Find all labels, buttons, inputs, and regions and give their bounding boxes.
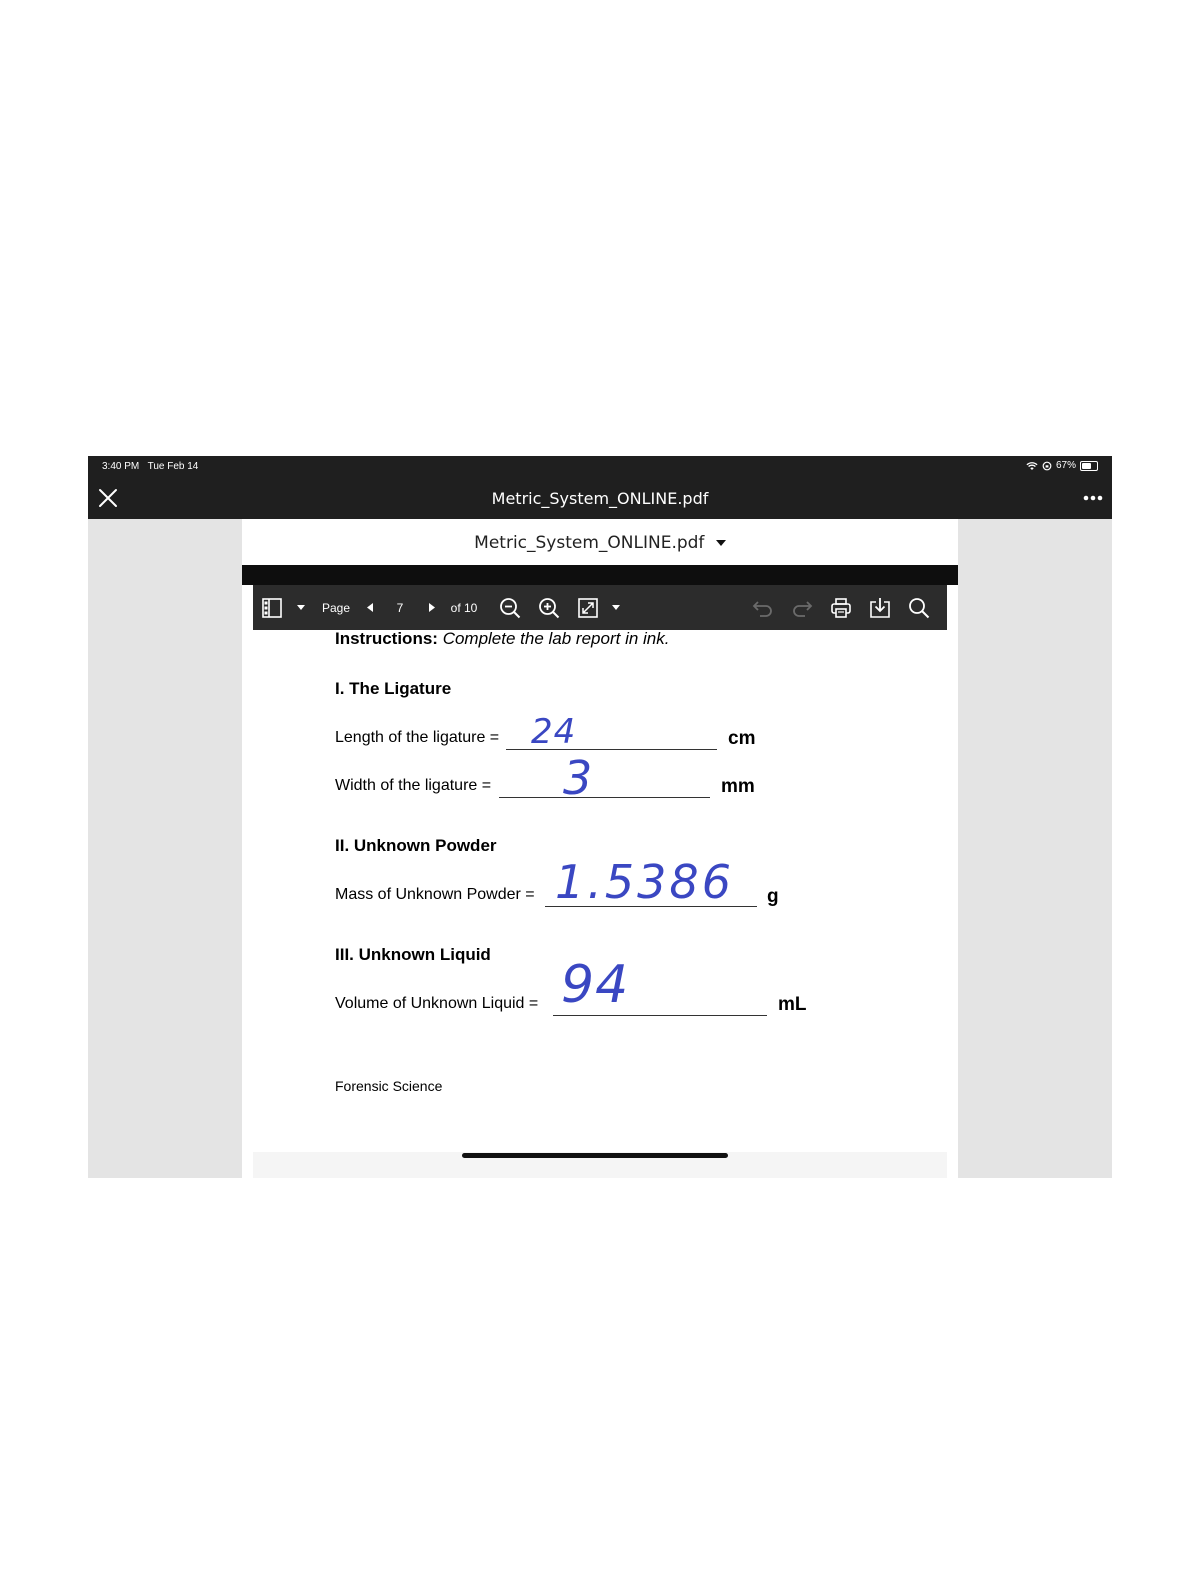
more-options-button[interactable] [1082,488,1104,508]
pdf-page: Page 7 of 10 Instructions: Complete the … [253,585,947,1178]
download-button[interactable] [867,585,893,630]
file-name-bar: Metric_System_ONLINE.pdf [242,519,958,565]
redo-icon [793,600,813,617]
search-icon [909,597,930,618]
width-unit: mm [721,776,755,797]
orientation-lock-icon [1042,461,1052,470]
print-button[interactable] [828,585,854,630]
zoom-in-button[interactable] [536,585,562,630]
sidebar-menu-button[interactable] [293,585,309,630]
volume-handwritten-value: 94 [561,955,630,1015]
undo-icon [752,600,772,617]
zoom-out-icon [500,597,521,618]
fit-options-button[interactable] [608,585,624,630]
page-number-input[interactable]: 7 [388,585,412,630]
next-page-button[interactable] [423,585,441,630]
section-heading-ligature: I. The Ligature [335,679,452,698]
app-title: Metric_System_ONLINE.pdf [491,489,709,508]
mass-handwritten-value: 1.5386 [555,855,734,909]
pdf-viewer: Metric_System_ONLINE.pdf Page 7 of 10 In… [242,519,958,1178]
battery-level-fill [1082,462,1092,469]
viewer-header-strip [242,565,958,585]
width-answer-line[interactable] [499,797,710,798]
page-label: Page [321,600,351,615]
undo-button[interactable] [750,585,776,630]
sidebar-icon [262,597,282,618]
pdf-toolbar: Page 7 of 10 [253,585,947,630]
length-unit: cm [728,728,756,749]
page-count: of 10 [450,600,478,615]
sidebar-toggle-button[interactable] [259,585,285,630]
more-icon [1083,495,1103,501]
battery-percent: 67% [1055,460,1076,471]
fit-page-icon [578,597,598,618]
file-name: Metric_System_ONLINE.pdf [474,533,705,553]
instructions-label: Instructions: [335,629,438,648]
volume-label: Volume of Unknown Liquid = [335,995,539,1012]
caret-down-icon [297,605,305,610]
caret-down-icon [612,605,620,610]
volume-unit: mL [778,994,807,1015]
status-date: Tue Feb 14 [147,461,199,472]
document-footer: Forensic Science [335,1078,443,1094]
ipad-screen: 3:40 PM Tue Feb 14 67% Metric_System_ONL… [88,456,1112,1178]
mass-unit: g [767,886,779,907]
zoom-out-button[interactable] [497,585,523,630]
battery-icon [1080,460,1098,471]
length-label: Length of the ligature = [335,729,500,746]
zoom-in-icon [539,597,560,618]
caret-left-icon [367,603,373,612]
status-indicators: 67% [1026,460,1098,471]
previous-page-button[interactable] [361,585,379,630]
width-label: Width of the ligature = [335,777,492,794]
instructions: Instructions: Complete the lab report in… [335,629,669,649]
width-handwritten-value: 3 [563,751,594,805]
section-heading-powder: II. Unknown Powder [335,836,497,855]
print-icon [831,597,851,618]
status-time-date: 3:40 PM Tue Feb 14 [102,461,198,472]
volume-answer-line[interactable] [553,1015,767,1016]
mass-label: Mass of Unknown Powder = [335,886,535,903]
file-name-dropdown[interactable]: Metric_System_ONLINE.pdf [474,533,726,553]
redo-button[interactable] [789,585,815,630]
length-handwritten-value: 24 [531,712,577,752]
caret-right-icon [429,603,435,612]
wifi-icon [1026,461,1038,470]
home-indicator[interactable] [462,1153,728,1158]
caret-down-icon [715,540,726,546]
section-heading-liquid: III. Unknown Liquid [335,945,491,964]
instructions-text: Complete the lab report in ink. [442,629,670,648]
search-button[interactable] [906,585,932,630]
download-icon [870,597,890,618]
app-bar: Metric_System_ONLINE.pdf [88,477,1112,519]
status-time: 3:40 PM [102,461,140,472]
fit-page-button[interactable] [575,585,601,630]
status-bar: 3:40 PM Tue Feb 14 67% [88,456,1112,477]
